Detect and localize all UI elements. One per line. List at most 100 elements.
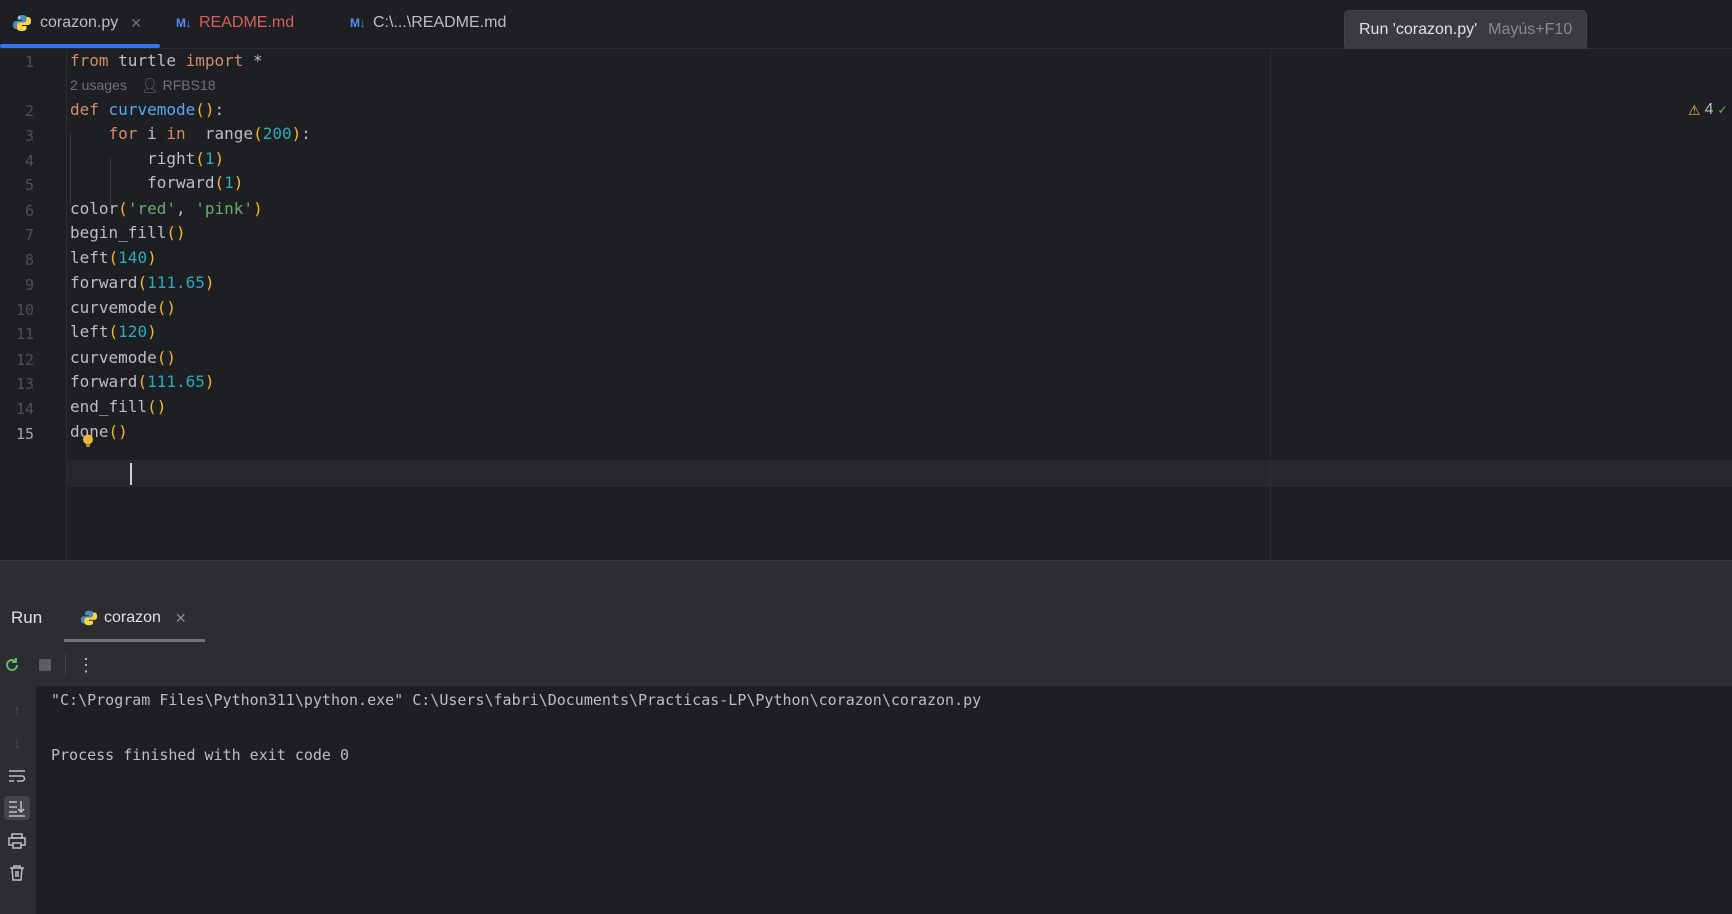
line-number: 11	[15, 325, 34, 343]
trash-icon[interactable]	[4, 861, 30, 885]
line-number: 9	[24, 276, 34, 294]
line-number-gutter[interactable]: 1 2 3 4 5 6 7 8 9 10 11 12 13 14 15	[0, 49, 67, 560]
line-number: 3	[24, 127, 34, 145]
identifier-token: end_fill	[70, 397, 148, 416]
code-editor[interactable]: 1 2 3 4 5 6 7 8 9 10 11 12 13 14 15 from…	[0, 49, 1732, 560]
code-line[interactable]: forward(111.65)	[70, 370, 215, 394]
keyword-token: in	[166, 124, 186, 143]
code-line[interactable]: def curvemode():	[70, 98, 224, 122]
close-icon[interactable]: ✕	[130, 15, 142, 32]
paren-token: (	[195, 100, 205, 119]
code-line[interactable]: done()	[70, 420, 128, 444]
soft-wrap-icon[interactable]	[4, 764, 30, 788]
identifier-token: curvemode	[70, 348, 157, 367]
paren-token: (	[147, 397, 157, 416]
code-line[interactable]: for i in range(200):	[70, 122, 311, 146]
python-icon	[12, 13, 32, 33]
line-number: 8	[24, 251, 34, 269]
identifier-token: left	[70, 248, 109, 267]
paren-token: (	[108, 322, 119, 341]
code-line[interactable]: end_fill()	[70, 395, 166, 419]
number-token: 140	[118, 248, 148, 267]
tooltip-label: Run 'corazon.py'	[1359, 21, 1478, 38]
console-output[interactable]	[36, 686, 1732, 914]
paren-token: )	[147, 248, 157, 267]
paren-token: (	[137, 273, 148, 292]
line-number: 4	[24, 152, 34, 170]
run-toolbar	[0, 644, 1732, 686]
run-tab-corazon[interactable]: corazon ✕	[64, 594, 205, 642]
line-number: 6	[24, 202, 34, 220]
paren-token: (	[166, 223, 176, 242]
run-panel-title: Run	[11, 608, 43, 627]
identifier-token: curvemode	[70, 298, 157, 317]
more-options-icon[interactable]: ⋮	[76, 655, 96, 675]
arrow-down-icon[interactable]: ↓	[4, 732, 30, 756]
author-hint[interactable]: 👤︎ RFBS18	[141, 73, 216, 97]
rerun-icon[interactable]	[2, 655, 22, 675]
line-number: 10	[15, 301, 34, 319]
code-line[interactable]: left(140)	[70, 246, 157, 270]
code-line[interactable]: forward(111.65)	[70, 271, 215, 295]
person-icon: 👤︎	[140, 77, 159, 93]
line-number: 2	[24, 102, 34, 120]
paren-token: (	[118, 199, 128, 218]
paren-token: (	[108, 248, 119, 267]
code-line[interactable]: from turtle import *	[70, 49, 263, 73]
code-line[interactable]: left(120)	[70, 320, 157, 344]
code-line[interactable]: begin_fill()	[70, 221, 186, 245]
paren-token: )	[233, 173, 244, 192]
paren-token: )	[175, 223, 186, 242]
print-icon[interactable]	[4, 829, 30, 853]
usages-hint[interactable]: 2 usages	[70, 73, 127, 97]
identifier-token: forward	[70, 273, 138, 292]
function-name-token: curvemode	[108, 100, 196, 119]
inlay-hints[interactable]: 2 usages 👤︎ RFBS18	[70, 73, 216, 97]
tab-readme-md-path[interactable]: M↓ C:\...\README.md	[350, 0, 506, 46]
panel-splitter[interactable]	[0, 560, 1732, 592]
warning-count: 4	[1704, 101, 1714, 118]
text-token: :	[214, 100, 225, 119]
code-line[interactable]: forward(1)	[70, 171, 243, 195]
paren-token: (	[195, 149, 205, 168]
author-name: RFBS18	[162, 77, 216, 93]
scroll-to-end-icon[interactable]	[4, 796, 30, 820]
paren-token: (	[137, 372, 148, 391]
toolbar-separator	[65, 654, 66, 676]
close-icon[interactable]: ✕	[175, 610, 187, 627]
tab-corazon-py[interactable]: corazon.py ✕	[0, 0, 160, 48]
arrow-up-icon[interactable]: ↑	[4, 700, 30, 724]
identifier-token: forward	[147, 173, 215, 192]
markdown-icon: M↓	[176, 16, 192, 30]
inspection-widget[interactable]: ⚠ 4 ✓	[1688, 101, 1728, 119]
code-line[interactable]: color('red', 'pink')	[70, 197, 263, 221]
identifier-token: color	[70, 199, 119, 218]
lightbulb-icon[interactable]	[82, 434, 94, 448]
line-number-current: 15	[15, 425, 34, 443]
keyword-token: for	[108, 124, 138, 143]
tab-label: C:\...\README.md	[373, 14, 507, 31]
code-line[interactable]: curvemode()	[70, 346, 176, 370]
paren-token: )	[156, 397, 167, 416]
paren-token: )	[204, 100, 215, 119]
string-token: 'red'	[127, 199, 176, 218]
stop-icon[interactable]	[35, 655, 55, 675]
code-line[interactable]: curvemode()	[70, 296, 176, 320]
paren-token: )	[204, 273, 215, 292]
paren-token: (	[156, 348, 167, 367]
line-number: 1	[24, 53, 34, 71]
line-number: 14	[15, 400, 34, 418]
paren-token: )	[204, 372, 215, 391]
paren-token: (	[108, 422, 119, 441]
paren-token: )	[118, 422, 128, 441]
identifier-token: i	[147, 124, 157, 143]
code-line[interactable]: right(1)	[70, 147, 224, 171]
tab-readme-md[interactable]: M↓ README.md	[176, 0, 294, 46]
line-number: 13	[15, 375, 34, 393]
